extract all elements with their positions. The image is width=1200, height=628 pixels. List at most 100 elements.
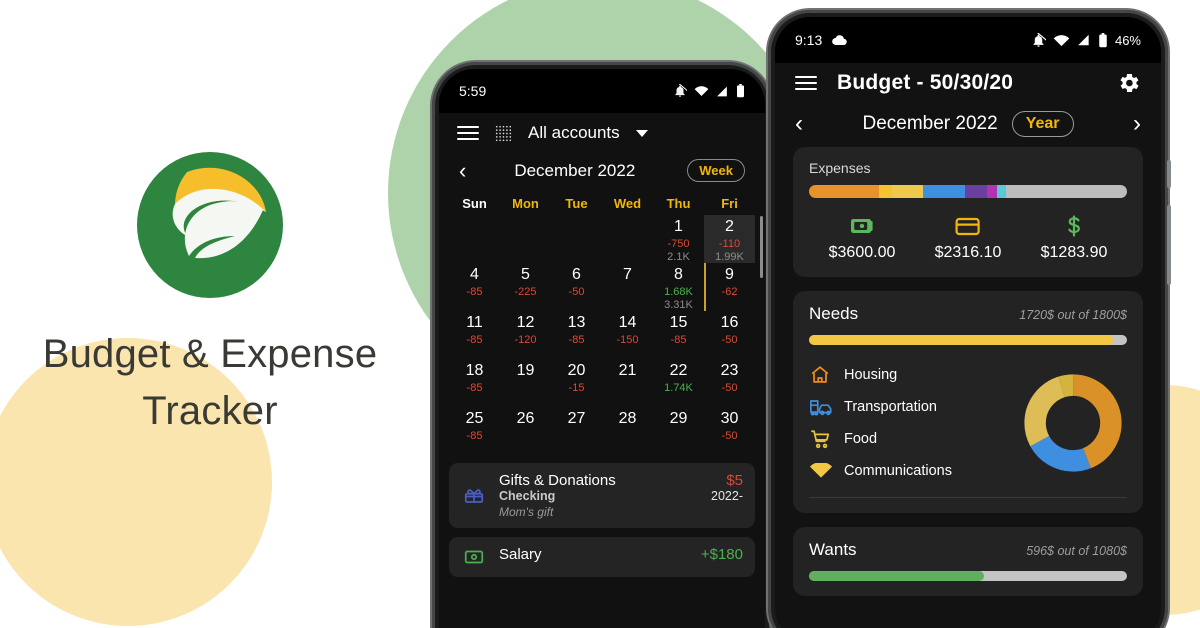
calendar-weeks: 1 -750 2.1K 2 -110 1.99K 4 -85 5 -225 6 -50 7 8 1.68K 3… [449,215,755,455]
calendar-day-amount: -150 [616,334,639,346]
transaction-amount: $5 [726,472,743,489]
chevron-left-icon[interactable]: ‹ [795,112,803,136]
calendar-day-amount: -120 [514,334,537,346]
calendar-week-divider [704,263,706,311]
calendar-day-header: Sun [462,196,487,211]
calendar-day-cell[interactable]: 2 -110 1.99K [704,215,755,263]
card-icon [915,215,1021,237]
calendar-day-cell[interactable]: 5 -225 [500,263,551,311]
calendar-day-cell[interactable]: 4 -85 [449,263,500,311]
expense-segment [891,185,924,198]
calendar-day-cell[interactable]: 23 -50 [704,359,755,407]
calendar-day-amount: 1.74K [664,382,693,394]
calendar-day-cell[interactable]: 7 [602,263,653,311]
expense-segment [964,185,988,198]
calendar-day-cell[interactable]: 30 -50 [704,407,755,455]
needs-amount-summary: 1720$ out of 1800$ [1019,308,1127,322]
range-pill-year[interactable]: Year [1011,111,1074,137]
needs-category-item[interactable]: Housing [809,359,1019,391]
gear-icon[interactable] [1117,71,1141,95]
calendar-day-number: 15 [669,314,688,331]
battery-percent-label: 46% [1114,32,1141,48]
calendar-week-row: 1 -750 2.1K 2 -110 1.99K [449,215,755,263]
current-month-label: December 2022 [862,113,998,134]
calendar-day-number: 19 [516,362,535,379]
calendar-day-cell[interactable]: 18 -85 [449,359,500,407]
calendar-day-cell[interactable]: 16 -50 [704,311,755,359]
wifi-icon [809,463,833,479]
calendar-day-cell[interactable]: 12 -120 [500,311,551,359]
calendar-day-number: 27 [567,410,586,427]
calendar-day-cell[interactable]: 9 -62 [704,263,755,311]
chevron-down-icon[interactable] [635,129,648,137]
calendar-day-number: 18 [465,362,484,379]
calendar-day-amount: -50 [721,430,738,442]
needs-category-item[interactable]: Communications [809,455,1019,487]
page-title: Budget & Expense Tracker [42,332,378,433]
calendar-day-cell[interactable]: 15 -85 [653,311,704,359]
divider [809,497,1127,498]
calendar-day-cell[interactable]: 25 -85 [449,407,500,455]
status-time: 5:59 [459,83,487,99]
signal-icon [1077,33,1091,47]
needs-category-label: Food [844,431,878,447]
account-selector-label[interactable]: All accounts [528,123,620,143]
calendar-day-cell[interactable]: 28 [602,407,653,455]
transaction-note: Mom's gift [499,505,554,519]
calendar-day-amount: 1.68K [664,286,693,298]
calendar-day-cell[interactable]: 6 -50 [551,263,602,311]
calendar-day-number: 30 [720,410,739,427]
calendar-day-number: 1 [674,218,683,235]
calendar-day-cell[interactable]: 20 -15 [551,359,602,407]
calendar-day-cell[interactable]: 27 [551,407,602,455]
calendar-day-amount: -50 [568,286,585,298]
calendar-day-number: 26 [516,410,535,427]
needs-category-list: Housing Transportation Food Communications [809,359,1019,487]
calendar-day-amount: -225 [514,286,537,298]
calendar-day-cell[interactable]: 22 1.74K [653,359,704,407]
calendar-day-number: 21 [618,362,637,379]
chevron-right-icon[interactable]: › [1133,112,1141,136]
calendar-day-cell[interactable]: 19 [500,359,551,407]
needs-title: Needs [809,304,859,323]
calendar-day-cell[interactable]: 11 -85 [449,311,500,359]
wants-card: Wants 596$ out of 1080$ [793,527,1143,596]
calendar-day-amount: -50 [721,382,738,394]
calendar-day-cell[interactable]: 29 [653,407,704,455]
calendar-day-cell[interactable]: 13 -85 [551,311,602,359]
budget-app-screen: 9:13 46% Budget - 50/30/20 ‹ December 20… [775,17,1161,628]
calendar-day-cell[interactable]: 8 1.68K 3.31K [653,263,704,311]
calendar-day-amount: -62 [721,286,738,298]
needs-progress-bar [809,335,1127,345]
calendar-day-number: 2 [725,218,734,235]
calendar-day-number: 23 [720,362,739,379]
hamburger-menu-icon[interactable] [795,76,817,90]
calendar-day-cell[interactable]: 26 [500,407,551,455]
calendar-day-amount: -110 [718,238,741,250]
range-pill-week[interactable]: Week [687,159,745,182]
expenses-card: Expenses $3600.00 $2316.10 $1283.90 [793,147,1143,277]
calendar-day-amount: -85 [466,334,483,346]
needs-category-label: Communications [844,463,952,479]
calendar-scrollbar[interactable] [760,216,763,278]
cloud-icon [831,34,848,46]
calendar-day-number: 20 [567,362,586,379]
list-item[interactable]: Gifts & Donations $5 Checking 2022- Mom'… [449,463,755,528]
needs-progress-fill [809,335,1113,345]
calendar-day-cell[interactable]: 21 [602,359,653,407]
app-logo-icon [135,150,285,300]
needs-category-item[interactable]: Transportation [809,391,1019,423]
calendar-day-cell[interactable]: 14 -150 [602,311,653,359]
calendar-day-header: Wed [613,196,642,211]
expense-total: $1283.90 [1021,215,1127,262]
calendar-empty-cell [551,215,602,263]
expenses-segment-bar [809,185,1127,198]
hamburger-menu-icon[interactable] [457,126,479,140]
calendar-week-row: 4 -85 5 -225 6 -50 7 8 1.68K 3.31K 9 -62 [449,263,755,311]
calendar-day-cell[interactable]: 1 -750 2.1K [653,215,704,263]
calendar-appbar: All accounts [439,113,765,149]
list-item[interactable]: Salary +$180 [449,537,755,577]
needs-category-item[interactable]: Food [809,423,1019,455]
budget-appbar: Budget - 50/30/20 [775,63,1161,99]
notifications-off-icon [1031,32,1046,48]
